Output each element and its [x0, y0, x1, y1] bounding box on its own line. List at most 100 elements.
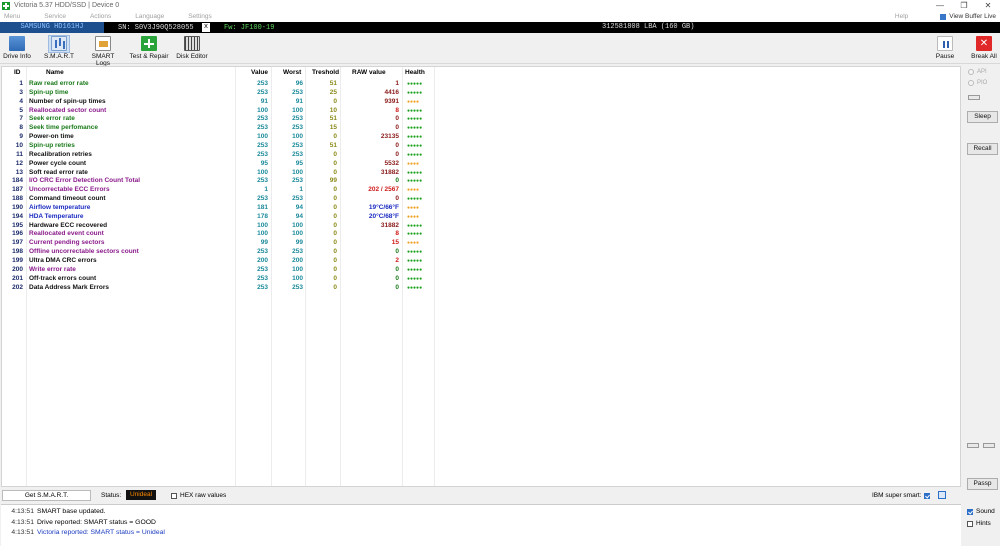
log-time: 4:13:51	[11, 508, 34, 515]
device-bar: SAMSUNG HD161HJ SN: S0V3J90Q528055 x Fw:…	[0, 22, 1000, 33]
attribute-raw-value: 0	[395, 248, 399, 256]
small-toggle-button[interactable]	[968, 95, 980, 100]
hints-checkbox[interactable]: Hints	[967, 520, 991, 527]
health-indicator: ●●●●	[407, 240, 420, 247]
device-model[interactable]: SAMSUNG HD161HJ	[0, 22, 104, 33]
table-row[interactable]: 8 Seek time perfomance 253 253 15 0 ●●●●●	[2, 124, 442, 133]
health-indicator: ●●●●	[407, 187, 420, 194]
health-indicator: ●●●●●	[407, 196, 423, 203]
log-message: Drive reported: SMART status = GOOD	[37, 519, 156, 526]
app-icon	[2, 1, 10, 10]
recall-button[interactable]: Recall	[967, 143, 998, 155]
attribute-threshold: 0	[333, 159, 337, 167]
attribute-name: I/O CRC Error Detection Count Total	[29, 177, 141, 185]
menu-menu[interactable]: Menu	[4, 13, 20, 20]
attribute-worst: 253	[292, 195, 303, 203]
disk-editor-button[interactable]: Disk Editor	[175, 35, 209, 63]
drive-info-button[interactable]: Drive Info	[2, 35, 32, 63]
table-row[interactable]: 3 Spin-up time 253 253 25 4416 ●●●●●	[2, 89, 442, 98]
view-buffer-live-button[interactable]: View Buffer Live	[940, 13, 996, 20]
attribute-worst: 99	[295, 239, 303, 247]
table-row[interactable]: 199 Ultra DMA CRC errors 200 200 0 2 ●●●●●	[2, 257, 442, 266]
table-row[interactable]: 196 Reallocated event count 100 100 0 8 ●●●●●	[2, 230, 442, 239]
table-row[interactable]: 202 Data Address Mark Errors 253 253 0 0 ●●●●●	[2, 284, 442, 293]
table-row[interactable]: 10 Spin-up retries 253 253 51 0 ●●●●●	[2, 142, 442, 151]
header-threshold[interactable]: Treshold	[312, 69, 339, 76]
menu-actions[interactable]: Actions	[90, 13, 111, 20]
api-radio[interactable]: API	[968, 69, 987, 75]
attribute-raw-value: 0	[395, 265, 399, 273]
sound-checkbox[interactable]: Sound	[967, 508, 995, 515]
ibm-options-button[interactable]	[938, 491, 946, 499]
menu-settings[interactable]: Settings	[188, 13, 212, 20]
table-row[interactable]: 13 Soft read error rate 100 100 0 31882 ●●●●●	[2, 169, 442, 178]
passp-button[interactable]: Passp	[967, 478, 998, 490]
break-all-button[interactable]: Break All	[968, 35, 1000, 63]
table-header: ID Name Value Worst Treshold RAW value H…	[2, 69, 442, 79]
attribute-id: 200	[12, 265, 23, 273]
table-row[interactable]: 201 Off-track errors count 253 100 0 0 ●●●●●	[2, 275, 442, 284]
device-lba: 312581808 LBA (160 GB)	[602, 23, 695, 31]
attribute-id: 188	[12, 195, 23, 203]
get-smart-button[interactable]: Get S.M.A.R.T.	[2, 490, 91, 501]
table-row[interactable]: 1 Raw read error rate 253 96 51 1 ●●●●●	[2, 80, 442, 89]
table-row[interactable]: 190 Airflow temperature 181 94 0 19°C/66°F ●●●…	[2, 204, 442, 213]
header-id[interactable]: ID	[14, 69, 21, 76]
attribute-worst: 253	[292, 248, 303, 256]
log-message: Victoria reported: SMART status = Unidea…	[37, 529, 165, 536]
header-value[interactable]: Value	[251, 69, 268, 76]
table-row[interactable]: 187 Uncorrectable ECC Errors 1 1 0 202 / 2567…	[2, 186, 442, 195]
status-label: Status:	[101, 492, 122, 499]
pause-button[interactable]: Pause	[932, 35, 958, 63]
table-row[interactable]: 12 Power cycle count 95 95 0 5532 ●●●●	[2, 160, 442, 169]
device-close-button[interactable]: x	[202, 23, 210, 32]
health-indicator: ●●●●●	[407, 284, 423, 291]
header-health[interactable]: Health	[405, 69, 425, 76]
hex-raw-checkbox[interactable]: HEX raw values	[171, 492, 226, 499]
pio-radio[interactable]: PIO	[968, 80, 987, 86]
table-row[interactable]: 188 Command timeout count 253 253 0 0 ●●●●●	[2, 195, 442, 204]
header-name[interactable]: Name	[46, 69, 64, 76]
table-row[interactable]: 200 Write error rate 253 100 0 0 ●●●●●	[2, 266, 442, 275]
attribute-raw-value: 4416	[384, 88, 399, 96]
table-row[interactable]: 194 HDA Temperature 178 94 0 20°C/68°F ●●●●	[2, 213, 442, 222]
attribute-worst: 253	[292, 115, 303, 123]
attribute-name: Spin-up retries	[29, 141, 75, 149]
table-row[interactable]: 5 Reallocated sector count 100 100 10 8 ●●●●●	[2, 107, 442, 116]
attribute-id: 5	[19, 106, 23, 114]
pause-icon	[937, 36, 953, 51]
close-window-button[interactable]: ✕	[976, 0, 1000, 11]
smart-button[interactable]: S.M.A.R.T	[42, 35, 76, 63]
attribute-value: 253	[257, 115, 268, 123]
header-worst[interactable]: Worst	[283, 69, 301, 76]
table-row[interactable]: 4 Number of spin-up times 91 91 0 9391 ●●●●	[2, 98, 442, 107]
break-all-label: Break All	[971, 53, 997, 60]
attribute-name: Off-track errors count	[29, 274, 97, 282]
small-left-button[interactable]	[967, 443, 979, 448]
table-row[interactable]: 184 I/O CRC Error Detection Count Total 25…	[2, 177, 442, 186]
health-indicator: ●●●●●	[407, 116, 423, 123]
attribute-id: 194	[12, 212, 23, 220]
menu-language[interactable]: Language	[135, 13, 164, 20]
smart-label: S.M.A.R.T	[44, 53, 74, 60]
table-row[interactable]: 197 Current pending sectors 99 99 0 15 ●●●●	[2, 239, 442, 248]
smart-logs-button[interactable]: SMART Logs	[84, 35, 122, 67]
table-row[interactable]: 7 Seek error rate 253 253 51 0 ●●●●●	[2, 115, 442, 124]
table-row[interactable]: 11 Recalibration retries 253 253 0 0 ●●●●●	[2, 151, 442, 160]
menu-service[interactable]: Service	[44, 13, 66, 20]
test-repair-button[interactable]: Test & Repair	[128, 35, 170, 63]
header-raw-value[interactable]: RAW value	[352, 69, 386, 76]
pause-label: Pause	[935, 53, 955, 60]
ibm-super-smart-checkbox[interactable]: IBM super smart:	[872, 492, 933, 499]
health-indicator: ●●●●	[407, 213, 420, 220]
table-row[interactable]: 198 Offline uncorrectable sectors count 25…	[2, 248, 442, 257]
attribute-value: 253	[257, 177, 268, 185]
small-right-button[interactable]	[983, 443, 995, 448]
disk-editor-label: Disk Editor	[176, 53, 208, 60]
restore-button[interactable]: ❐	[952, 0, 976, 11]
menu-help[interactable]: Help	[895, 13, 908, 20]
table-row[interactable]: 9 Power-on time 100 100 0 23135 ●●●●●	[2, 133, 442, 142]
minimize-button[interactable]: —	[928, 0, 952, 11]
sleep-button[interactable]: Sleep	[967, 111, 998, 123]
table-row[interactable]: 195 Hardware ECC recovered 100 100 0 31882 ●●●…	[2, 222, 442, 231]
